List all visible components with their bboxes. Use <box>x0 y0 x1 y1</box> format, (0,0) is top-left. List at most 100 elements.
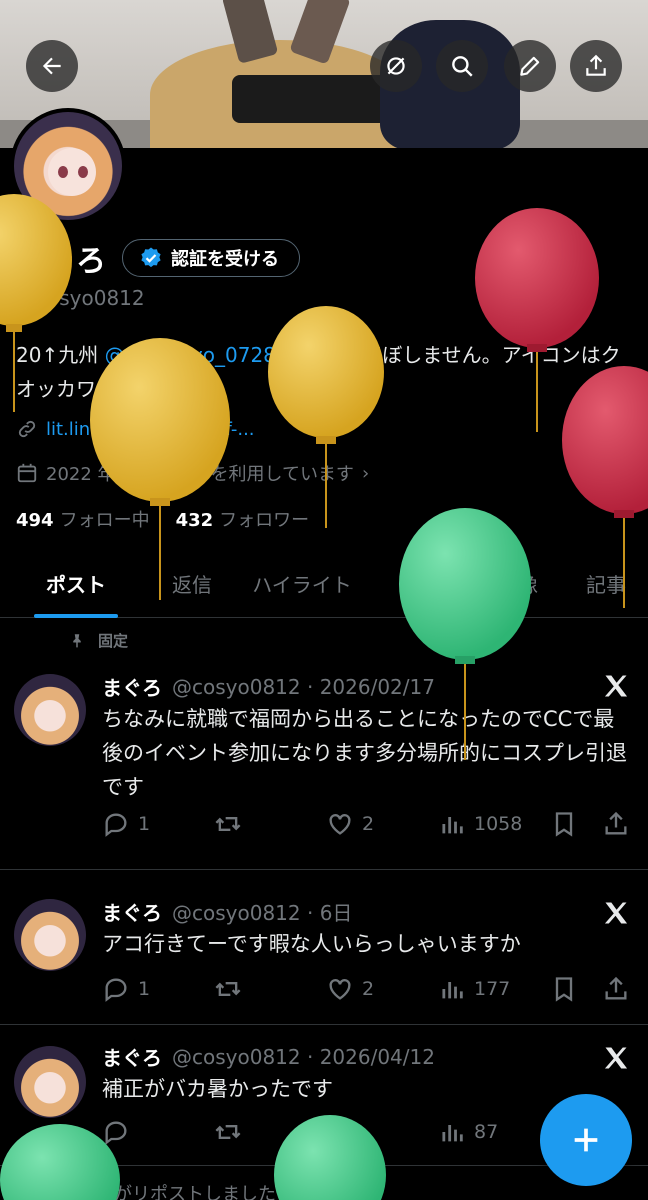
pinned-indicator: 固定 <box>68 630 128 651</box>
profile-handle: @cosyo0812 <box>16 286 145 310</box>
like-count: 2 <box>362 813 375 835</box>
post-item[interactable]: まぐろ @cosyo0812 · 6日 アコ行きてーです暇な人いらっしゃいますか… <box>0 871 648 1025</box>
profile-link-text[interactable]: lit.link/f30284cf-aabf-... <box>46 419 255 440</box>
following-stat[interactable]: 494 フォロー中 <box>16 506 150 532</box>
profile-avatar[interactable] <box>10 108 126 224</box>
mute-icon <box>387 57 405 75</box>
share-icon <box>586 54 606 76</box>
followers-label: フォロワー <box>219 510 310 531</box>
post-avatar[interactable] <box>14 1046 86 1118</box>
share-icon <box>605 811 627 835</box>
bookmark-button[interactable] <box>550 810 578 838</box>
edit-button[interactable] <box>504 40 556 92</box>
back-button[interactable] <box>26 40 78 92</box>
bookmark-icon <box>555 812 573 837</box>
reply-button[interactable]: 1 <box>102 975 150 1003</box>
bio-mention-link[interactable]: @majikayo_0728 <box>105 343 276 367</box>
pin-icon <box>73 633 81 648</box>
edit-icon <box>520 56 540 76</box>
like-icon <box>329 1122 351 1143</box>
like-icon <box>329 814 351 835</box>
reply-count: 1 <box>138 813 151 835</box>
tab-media[interactable]: 画像 <box>472 548 564 618</box>
profile-link[interactable]: lit.link/f30284cf-aabf-... <box>16 418 255 440</box>
repost-button[interactable] <box>214 975 250 1003</box>
repost-icon <box>215 982 241 996</box>
post-author-name[interactable]: まぐろ <box>102 1042 162 1071</box>
post-meta: @cosyo0812 · 2026/02/17 <box>172 674 435 699</box>
share-post-button[interactable] <box>602 810 630 838</box>
follow-stats: 494 フォロー中 432 フォロワー <box>16 506 309 532</box>
chevron-right-icon: › <box>361 462 370 484</box>
post-author-name[interactable]: まぐろ <box>102 672 162 701</box>
compose-button[interactable] <box>540 1094 632 1186</box>
like-button[interactable]: 2 <box>326 975 374 1003</box>
post-avatar[interactable] <box>14 899 86 971</box>
tab-highlights[interactable]: ハイライト <box>232 548 372 618</box>
post-header: まぐろ @cosyo0812 · 2026/04/12 <box>102 1042 435 1071</box>
tab-posts[interactable]: ポスト <box>0 548 152 618</box>
reply-button[interactable] <box>102 1118 138 1146</box>
views-button[interactable]: 1058 <box>438 810 522 838</box>
views-button[interactable]: 87 <box>438 1118 498 1146</box>
bookmark-button[interactable] <box>550 975 578 1003</box>
like-button[interactable] <box>326 1118 362 1146</box>
avatar-face <box>48 148 96 196</box>
following-count: 494 <box>16 510 54 531</box>
post-text: ちなみに就職で福岡から出ることになったのでCCで最後のイベント参加になります多分… <box>102 707 627 799</box>
share-post-button[interactable] <box>602 975 630 1003</box>
reply-icon <box>105 978 127 1002</box>
profile-name-row: まぐろ 認証を受ける <box>16 236 300 280</box>
post-meta: @cosyo0812 · 6日 <box>172 901 353 925</box>
reply-icon <box>105 1121 127 1145</box>
pinned-label: 固定 <box>98 632 129 650</box>
avatar-eye-left <box>58 166 68 178</box>
post-avatar[interactable] <box>14 674 86 746</box>
like-button[interactable]: 2 <box>326 810 374 838</box>
calendar-icon <box>17 463 37 483</box>
repost-button[interactable] <box>214 810 250 838</box>
profile-joined-text: 2022 年 8月から X を利用しています <box>46 464 354 485</box>
views-count: 177 <box>474 978 511 1000</box>
post-header: まぐろ @cosyo0812 · 2026/02/17 <box>102 672 435 701</box>
reply-button[interactable]: 1 <box>102 810 150 838</box>
tab-replies[interactable]: 返信 <box>152 548 232 618</box>
link-icon <box>18 420 36 438</box>
tab-videos[interactable]: 動画 <box>372 548 472 618</box>
views-count: 1058 <box>474 813 523 835</box>
views-icon <box>442 817 463 834</box>
views-count: 87 <box>474 1121 499 1143</box>
followers-stat[interactable]: 432 フォロワー <box>176 506 310 532</box>
bio-prefix: 20↑九州 <box>16 343 105 367</box>
share-button[interactable] <box>570 40 622 92</box>
back-arrow-icon <box>42 57 61 75</box>
post-meta: @cosyo0812 · 2026/04/12 <box>172 1044 435 1069</box>
post-item[interactable]: 固定 まぐろ @cosyo0812 · 2026/02/17 ちなみに就職で福岡… <box>0 620 648 870</box>
followers-count: 432 <box>175 510 214 531</box>
search-icon <box>452 56 473 77</box>
reply-icon <box>105 813 127 837</box>
post-author-name[interactable]: まぐろ <box>102 897 162 926</box>
next-post-repost-label: まぐろがリポストしました <box>60 1184 276 1200</box>
tab-articles[interactable]: 記事 <box>564 548 648 618</box>
mute-button[interactable] <box>370 40 422 92</box>
bookmark-icon <box>555 977 573 1002</box>
get-verified-button[interactable]: 認証を受ける <box>122 239 300 277</box>
verified-badge-icon <box>141 247 161 268</box>
following-label: フォロー中 <box>59 510 150 531</box>
avatar-eye-right <box>78 166 88 178</box>
profile-tabs: ポスト 返信 ハイライト 動画 画像 記事 <box>0 548 648 618</box>
x-logo-icon[interactable] <box>602 1044 630 1072</box>
profile-joined[interactable]: 2022 年 8月から X を利用しています › <box>16 460 369 486</box>
repost-button[interactable] <box>214 1118 250 1146</box>
like-icon <box>329 979 351 1000</box>
views-button[interactable]: 177 <box>438 975 510 1003</box>
search-button[interactable] <box>436 40 488 92</box>
x-logo-icon[interactable] <box>602 672 630 700</box>
post-actions: 1 2 177 <box>102 975 632 1005</box>
display-name: まぐろ <box>16 244 106 279</box>
profile-bio: 20↑九州 @majikayo_0728 コスプレほぼしません。アイコンはクオッ… <box>16 338 636 406</box>
x-logo-icon[interactable] <box>602 899 630 927</box>
share-icon <box>605 976 627 1000</box>
get-verified-label: 認証を受ける <box>171 249 279 270</box>
